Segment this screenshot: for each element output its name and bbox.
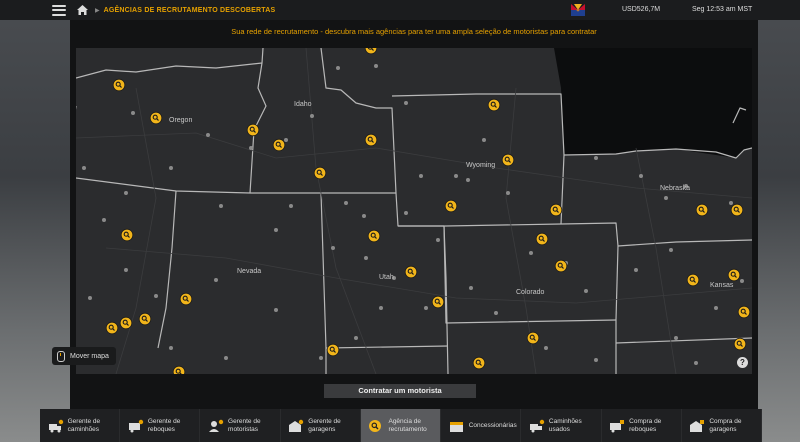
- recruitment-panel: Sua rede de recrutamento - descubra mais…: [52, 20, 758, 412]
- state-label-wyoming: Wyoming: [466, 162, 496, 169]
- buy-garage-icon: [690, 419, 705, 432]
- breadcrumb: AGÊNCIAS DE RECRUTAMENTO DESCOBERTAS: [103, 6, 276, 14]
- move-map-hint[interactable]: Mover mapa: [52, 347, 116, 365]
- breadcrumb-separator-icon: ▶: [95, 7, 100, 14]
- state-label-colorado: Colorado: [516, 289, 545, 296]
- hire-driver-button[interactable]: Contratar um motorista: [324, 384, 476, 398]
- state-label-kansas: Kansas: [710, 282, 734, 289]
- garage-gear-icon: [289, 419, 304, 432]
- dealership-icon: [449, 421, 463, 432]
- menu-buy-trailers[interactable]: Compra de reboques: [602, 409, 682, 442]
- home-icon[interactable]: [76, 4, 89, 16]
- menu-driver-manager[interactable]: Gerente de motoristas: [200, 409, 281, 442]
- state-label-nevada: Nevada: [237, 268, 262, 275]
- driver-gear-icon: [209, 419, 224, 432]
- menu-dealerships[interactable]: Concessionárias: [441, 409, 522, 442]
- state-label-nebraska: Nebraska: [660, 185, 690, 192]
- buy-trailer-icon: [610, 419, 625, 432]
- recruitment-map[interactable]: Oregon Idaho Wyoming Nebraska Nevada Uta…: [76, 48, 752, 374]
- state-label-idaho: Idaho: [294, 101, 312, 108]
- menu-truck-manager[interactable]: Gerente de caminhões: [40, 409, 121, 442]
- move-map-label: Mover mapa: [70, 352, 109, 360]
- top-bar: ▶ AGÊNCIAS DE RECRUTAMENTO DESCOBERTAS U…: [0, 0, 800, 20]
- game-time: Seg 12:53 am MST: [692, 6, 753, 13]
- trailer-gear-icon: [128, 419, 144, 432]
- truck-gear-icon: [48, 419, 63, 432]
- menu-used-trucks[interactable]: Caminhões usados: [521, 409, 602, 442]
- money-balance: USD526,7M: [622, 6, 661, 13]
- state-label-oregon: Oregon: [169, 117, 193, 124]
- arizona-flag-icon: [571, 4, 585, 16]
- panel-subtitle: Sua rede de recrutamento - descubra mais…: [231, 27, 597, 36]
- menu-trailer-manager[interactable]: Gerente de reboques: [120, 409, 201, 442]
- bottom-menu: Gerente de caminhões Gerente de reboques…: [40, 409, 762, 442]
- menu-buy-garages[interactable]: Compra de garagens: [682, 409, 762, 442]
- map-canvas: [76, 48, 752, 374]
- state-label-utah: Utah: [379, 274, 394, 281]
- used-truck-icon: [529, 419, 545, 432]
- mouse-icon: [57, 350, 65, 362]
- recruitment-agency-icon: [369, 419, 382, 432]
- menu-recruitment-agency[interactable]: Agência de recrutamento: [360, 409, 442, 442]
- hamburger-menu-icon[interactable]: [52, 4, 66, 16]
- menu-garage-manager[interactable]: Gerente de garagens: [281, 409, 361, 442]
- help-icon[interactable]: ?: [737, 357, 748, 368]
